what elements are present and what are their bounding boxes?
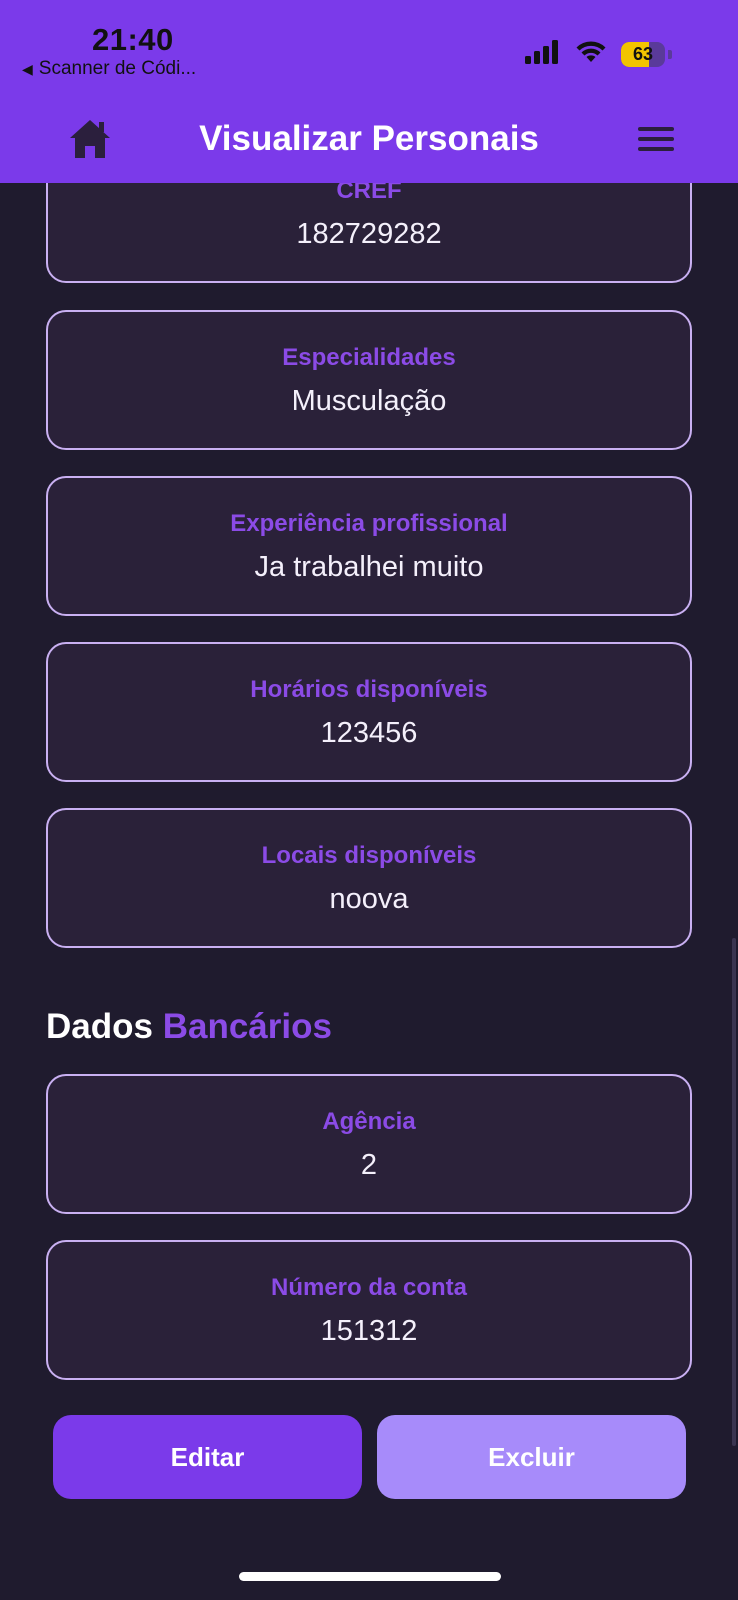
screen: CREF 182729282 Especialidades Musculação… [0, 0, 738, 1600]
field-label: Locais disponíveis [261, 842, 477, 869]
menu-button[interactable] [634, 119, 678, 163]
back-arrow-icon: ◀ [22, 60, 33, 77]
status-indicators: 63 [525, 40, 672, 69]
hamburger-menu-icon [638, 125, 674, 158]
field-value: 151312 [320, 1315, 418, 1347]
field-label: Agência [322, 1108, 416, 1135]
field-card-especialidades: Especialidades Musculação [46, 310, 692, 450]
heading-part-1: Dados [46, 1007, 153, 1046]
app-header: 21:40 ◀ Scanner de Códi... 63 Visualizar… [0, 0, 738, 183]
field-value: 123456 [320, 717, 418, 749]
delete-button[interactable]: Excluir [377, 1415, 686, 1499]
home-indicator[interactable] [239, 1572, 501, 1581]
heading-part-2: Bancários [162, 1007, 332, 1046]
field-value: noova [329, 883, 409, 915]
field-label: Experiência profissional [230, 510, 508, 537]
wifi-icon [575, 40, 607, 69]
field-label: Especialidades [282, 344, 456, 371]
field-value: 182729282 [296, 218, 442, 250]
battery-icon: 63 [621, 42, 665, 67]
battery-level: 63 [632, 44, 654, 64]
field-card-horarios: Horários disponíveis 123456 [46, 642, 692, 782]
field-value: Ja trabalhei muito [254, 551, 484, 583]
back-to-app-link[interactable]: ◀ Scanner de Códi... [22, 58, 196, 80]
field-value: 2 [360, 1149, 378, 1181]
field-label: Horários disponíveis [250, 676, 488, 703]
bank-section-heading: Dados Bancários [46, 1007, 332, 1047]
status-time: 21:40 [92, 22, 174, 57]
edit-button[interactable]: Editar [53, 1415, 362, 1499]
battery-cap [668, 50, 672, 59]
field-card-numero-conta: Número da conta 151312 [46, 1240, 692, 1380]
scrollbar[interactable] [732, 938, 736, 1446]
field-card-experiencia: Experiência profissional Ja trabalhei mu… [46, 476, 692, 616]
signal-icon [525, 40, 561, 69]
field-value: Musculação [291, 385, 447, 417]
field-card-agencia: Agência 2 [46, 1074, 692, 1214]
page-title: Visualizar Personais [199, 119, 539, 158]
back-app-label: Scanner de Códi... [38, 58, 197, 79]
field-card-locais: Locais disponíveis noova [46, 808, 692, 948]
nav-bar: Visualizar Personais [0, 113, 738, 169]
field-label: Número da conta [270, 1274, 468, 1301]
